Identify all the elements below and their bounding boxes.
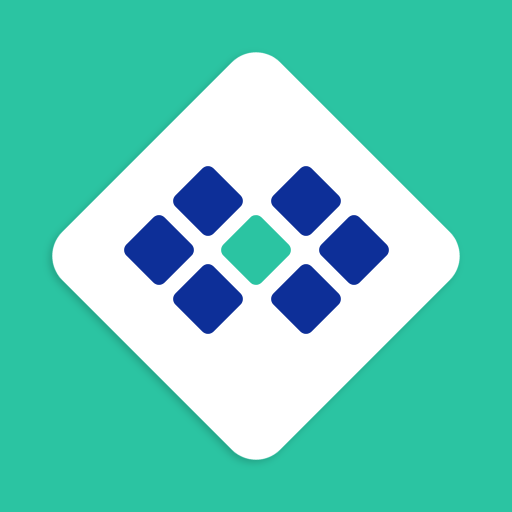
app-icon (0, 0, 512, 512)
app-icon-canvas (0, 0, 512, 512)
